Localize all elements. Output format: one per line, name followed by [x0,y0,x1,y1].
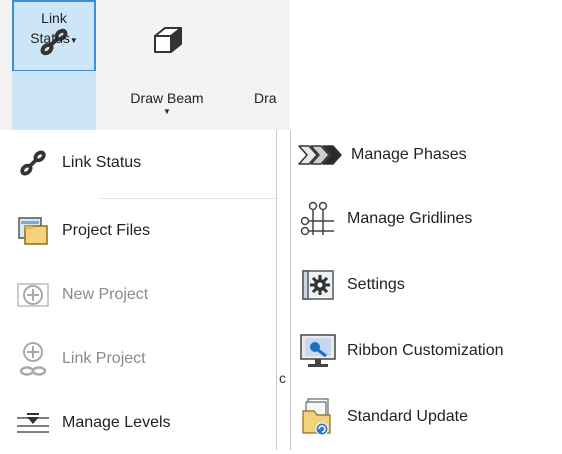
menu-item-new-project[interactable]: New Project [0,264,276,326]
menu-item-manage-levels[interactable]: Manage Levels [0,392,276,454]
truncated-ribbon-button[interactable]: Dra [254,0,294,130]
caret-down-icon: ▼ [69,36,78,45]
menu-item-project-files[interactable]: Project Files [0,200,276,262]
menu-item-ribbon-customization[interactable]: Ribbon Customization [291,320,562,382]
draw-beam-ribbon-label: Draw Beam ▼ [112,88,222,116]
settings-gear-icon [297,264,339,306]
beam-block-icon [112,10,222,70]
menu-item-manage-gridlines[interactable]: Manage Gridlines [291,188,562,250]
menu-item-link-status[interactable]: Link Status [0,132,276,194]
phases-chevrons-icon [297,134,347,176]
menu-item-link-project[interactable]: Link Project [0,328,276,390]
link-project-icon [12,338,54,380]
link-status-ribbon-label: Link Status▼ [30,10,78,46]
levels-icon [12,402,54,444]
gridlines-icon [297,198,339,240]
draw-beam-ribbon-button[interactable]: Draw Beam ▼ [112,0,222,130]
link-status-dropdown-menu: Link Status Project Files New Project Li… [0,130,277,450]
monitor-tool-icon [297,330,339,372]
link-status-ribbon-button[interactable]: Link Status▼ [12,0,96,130]
project-files-icon [12,210,54,252]
truncated-ribbon-label: Dra [254,90,277,106]
menu-item-manage-phases[interactable]: Manage Phases [291,124,562,186]
new-project-icon [12,274,54,316]
chain-link-icon [12,142,54,184]
truncated-character: c [279,370,286,386]
menu-item-standard-update[interactable]: Standard Update [291,386,562,448]
ribbon: Link Status▼ Draw Beam ▼ Dra [0,0,290,130]
standard-update-icon [297,396,339,438]
settings-dropdown-menu: Manage Phases Manage Gridlines Settings … [290,130,562,450]
menu-item-settings[interactable]: Settings [291,254,562,316]
caret-down-icon: ▼ [163,107,171,116]
